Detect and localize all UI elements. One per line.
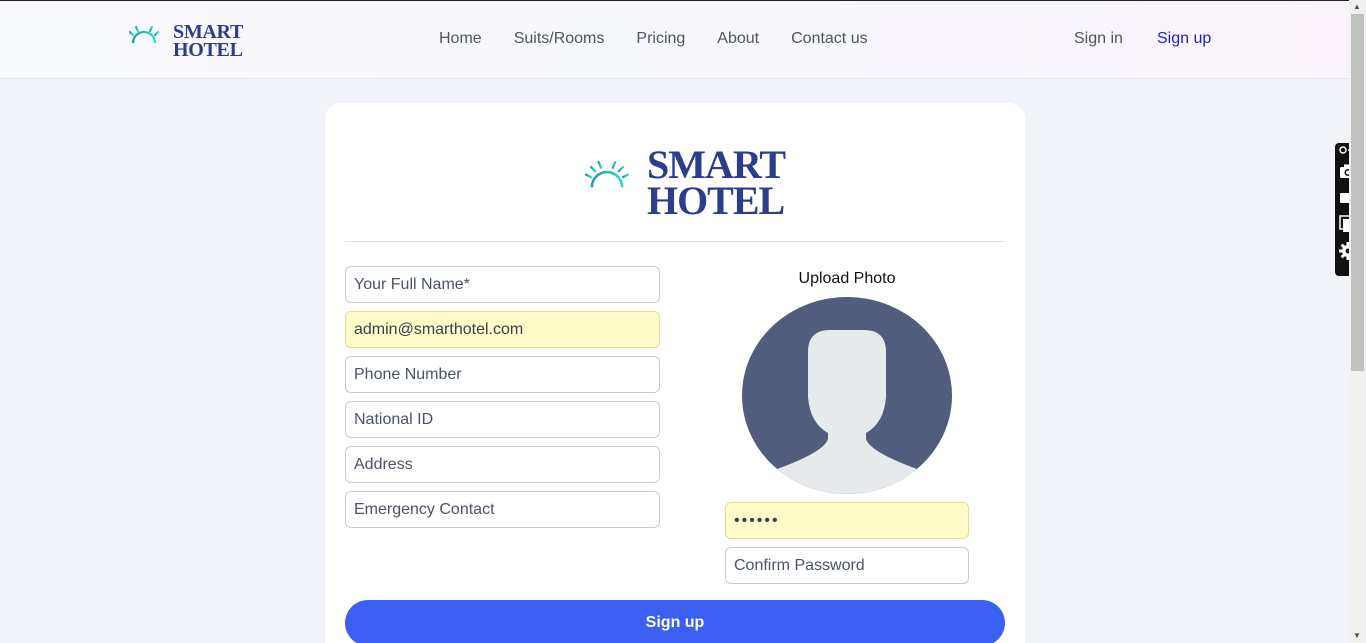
nav-pricing[interactable]: Pricing: [636, 29, 685, 49]
fullname-input[interactable]: [345, 266, 660, 303]
address-input[interactable]: [345, 446, 660, 483]
email-input[interactable]: [345, 311, 660, 348]
upload-photo-label: Upload Photo: [798, 270, 896, 287]
upload-photo-avatar[interactable]: [742, 297, 952, 494]
scrollbar-thumb[interactable]: [1351, 14, 1364, 371]
nav-contact[interactable]: Contact us: [791, 29, 867, 49]
scroll-up-arrow-icon[interactable]: ▲: [1353, 3, 1361, 11]
site-header: SMART HOTEL Home Suits/Rooms Pricing Abo…: [0, 1, 1349, 79]
phone-input[interactable]: [345, 356, 660, 393]
signup-link[interactable]: Sign up: [1157, 29, 1211, 49]
nav-suits-rooms[interactable]: Suits/Rooms: [514, 29, 605, 49]
signup-submit-button[interactable]: Sign up: [345, 600, 1005, 643]
signin-link[interactable]: Sign in: [1074, 29, 1123, 49]
brand-line-2: HOTEL: [173, 39, 243, 61]
card-logo: SMART HOTEL: [575, 145, 786, 223]
brand-wordmark: SMART HOTEL: [173, 22, 243, 61]
nav-home[interactable]: Home: [439, 29, 482, 49]
page-scrollbar[interactable]: ▲ ▼: [1349, 0, 1366, 643]
brand-logo[interactable]: SMART HOTEL: [119, 21, 259, 61]
signup-card: SMART HOTEL Upload Photo Sign up: [325, 103, 1025, 643]
nav-about[interactable]: About: [717, 29, 759, 49]
card-wordmark: SMART HOTEL: [646, 145, 786, 223]
sun-logo-icon: [576, 159, 638, 206]
card-divider: [345, 241, 1005, 242]
password-input[interactable]: [725, 502, 969, 539]
confirm-password-input[interactable]: [725, 547, 969, 584]
card-brand-line-2: HOTEL: [646, 178, 785, 223]
main-nav: Home Suits/Rooms Pricing About Contact u…: [439, 29, 900, 49]
scroll-down-arrow-icon[interactable]: ▼: [1353, 632, 1361, 640]
emergency-contact-input[interactable]: [345, 491, 660, 528]
national-id-input[interactable]: [345, 401, 660, 438]
sun-logo-icon: [121, 24, 167, 55]
user-silhouette-icon: [758, 330, 936, 494]
